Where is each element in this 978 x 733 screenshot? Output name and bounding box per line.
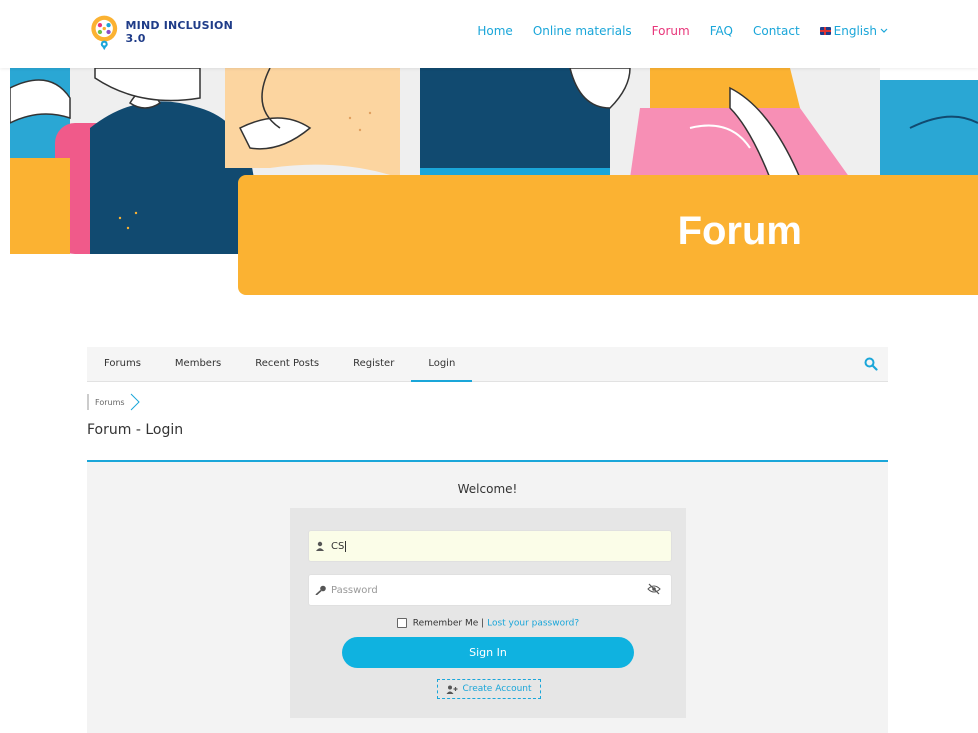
page-title-banner: Forum: [238, 175, 978, 295]
nav-forum[interactable]: Forum: [652, 24, 690, 38]
create-account-label: Create Account: [462, 684, 532, 694]
tab-register[interactable]: Register: [336, 347, 411, 381]
remember-checkbox[interactable]: [396, 618, 407, 628]
main-nav: Home Online materials Forum FAQ Contact …: [477, 24, 888, 38]
nav-faq[interactable]: FAQ: [710, 24, 733, 38]
sign-in-button[interactable]: Sign In: [342, 637, 634, 668]
eye-off-icon[interactable]: [647, 583, 661, 595]
breadcrumb: Forums: [87, 393, 141, 411]
site-header: MIND INCLUSION 3.0 Home Online materials…: [0, 0, 978, 68]
welcome-heading: Welcome!: [457, 482, 518, 496]
nav-online-materials[interactable]: Online materials: [533, 24, 632, 38]
user-icon: [316, 541, 324, 551]
login-section: Welcome! CS Password Remember Me | Lost …: [87, 462, 888, 733]
remember-label: Remember Me: [412, 618, 479, 629]
create-account-link[interactable]: Create Account: [437, 679, 541, 699]
forum-nav: Forums Members Recent Posts Register Log…: [87, 347, 888, 382]
tab-members[interactable]: Members: [158, 347, 238, 381]
tab-login[interactable]: Login: [411, 347, 473, 382]
language-selector[interactable]: English: [819, 24, 888, 38]
flag-icon: [819, 27, 831, 35]
nav-home[interactable]: Home: [477, 24, 512, 38]
nav-contact[interactable]: Contact: [753, 24, 800, 38]
language-label: English: [833, 24, 877, 38]
chevron-right-icon: [130, 393, 140, 411]
page-title: Forum - Login: [87, 422, 184, 438]
hero-title: Forum: [677, 209, 802, 253]
username-value: CS: [331, 540, 345, 552]
tab-recent-posts[interactable]: Recent Posts: [238, 347, 336, 381]
text-caret: [345, 540, 347, 552]
add-user-icon: [446, 685, 458, 694]
separator: |: [481, 618, 485, 629]
search-icon[interactable]: [864, 357, 878, 371]
login-form: CS Password Remember Me | Lost your pass…: [290, 508, 686, 718]
logo-icon: [91, 15, 118, 51]
tab-forums[interactable]: Forums: [87, 347, 158, 381]
username-field[interactable]: CS: [308, 530, 672, 562]
logo-text: MIND INCLUSION 3.0: [125, 19, 233, 45]
key-icon: [315, 585, 326, 595]
site-logo[interactable]: MIND INCLUSION 3.0: [87, 9, 239, 55]
lost-password-link[interactable]: Lost your password?: [487, 619, 579, 629]
password-placeholder: Password: [331, 584, 378, 596]
breadcrumb-forums[interactable]: Forums: [95, 398, 125, 407]
chevron-down-icon: [880, 28, 888, 33]
breadcrumb-divider: [87, 394, 89, 410]
password-field[interactable]: Password: [308, 574, 672, 606]
remember-row: Remember Me | Lost your password?: [290, 618, 686, 629]
